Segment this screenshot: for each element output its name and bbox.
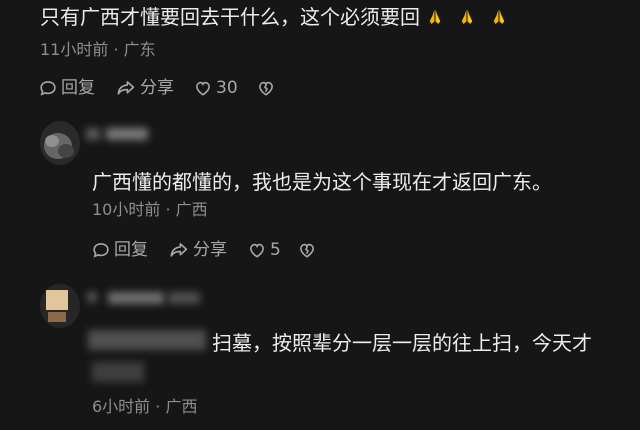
comment-2-share-button[interactable]: 分享 bbox=[169, 241, 227, 259]
avatar[interactable] bbox=[40, 121, 80, 165]
reply-label: 回复 bbox=[114, 239, 148, 260]
username-redacted bbox=[168, 292, 200, 304]
reply-icon bbox=[92, 241, 110, 259]
like-count: 5 bbox=[270, 239, 281, 260]
share-icon bbox=[169, 241, 189, 259]
comment-2-like-button[interactable]: 5 bbox=[248, 241, 281, 259]
comment-1-share-button[interactable]: 分享 bbox=[116, 79, 174, 97]
redacted-text bbox=[92, 362, 144, 382]
username-redacted bbox=[87, 292, 97, 302]
pray-emoji-icon bbox=[490, 8, 508, 26]
broken-heart-icon bbox=[257, 79, 275, 97]
like-count: 30 bbox=[216, 77, 238, 98]
pray-emoji-icon bbox=[426, 8, 444, 26]
share-label: 分享 bbox=[140, 77, 174, 98]
comment-1-text: 只有广西才懂要回去干什么，这个必须要回 bbox=[40, 5, 420, 29]
pray-emoji-icon bbox=[458, 8, 476, 26]
comment-2-dislike-button[interactable] bbox=[298, 241, 316, 259]
avatar[interactable] bbox=[40, 284, 80, 328]
comment-1-meta: 11小时前 · 广东 bbox=[40, 40, 156, 59]
reply-label: 回复 bbox=[61, 77, 95, 98]
heart-icon bbox=[194, 79, 212, 97]
comment-3-text: 扫墓，按照辈分一层一层的往上扫，今天才 bbox=[212, 331, 592, 355]
comment-2-reply-button[interactable]: 回复 bbox=[92, 241, 148, 259]
share-icon bbox=[116, 79, 136, 97]
comment-1-text-row: 只有广西才懂要回去干什么，这个必须要回 bbox=[40, 7, 508, 27]
heart-icon bbox=[248, 241, 266, 259]
broken-heart-icon bbox=[298, 241, 316, 259]
comment-1-reply-button[interactable]: 回复 bbox=[39, 79, 95, 97]
comment-3-meta: 6小时前 · 广西 bbox=[92, 397, 198, 416]
username-redacted bbox=[108, 292, 164, 304]
username-redacted bbox=[106, 128, 148, 140]
username-redacted bbox=[86, 128, 100, 140]
redacted-text bbox=[88, 330, 206, 350]
comment-1-dislike-button[interactable] bbox=[257, 79, 275, 97]
comment-1-like-button[interactable]: 30 bbox=[194, 79, 238, 97]
reply-icon bbox=[39, 79, 57, 97]
share-label: 分享 bbox=[193, 239, 227, 260]
comment-2-meta: 10小时前 · 广西 bbox=[92, 200, 208, 219]
comment-2-text: 广西懂的都懂的，我也是为这个事现在才返回广东。 bbox=[92, 170, 552, 194]
